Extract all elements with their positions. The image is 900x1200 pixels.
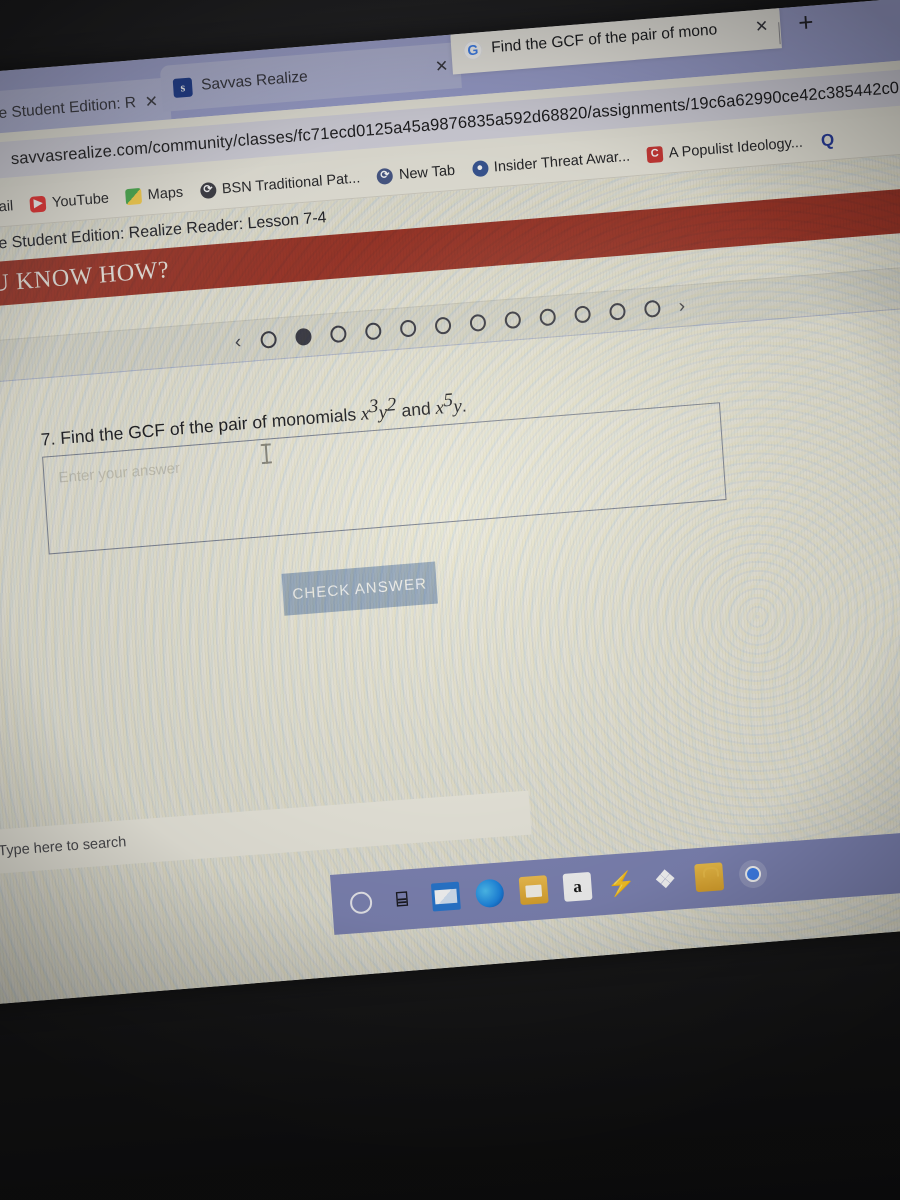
google-icon: G <box>462 39 483 61</box>
carousel-dot-2[interactable] <box>294 327 312 346</box>
maps-icon <box>125 187 143 205</box>
youtube-icon: ▶ <box>29 195 47 213</box>
photo-of-laptop-screen: teractive Student Edition: Reali ✕ s Sav… <box>0 0 900 1200</box>
tab-label: Savvas Realize <box>200 68 309 94</box>
populist-icon: C <box>646 145 664 163</box>
bookmark-label: A Populist Ideology... <box>668 134 804 161</box>
carousel-dot-5[interactable] <box>399 318 417 338</box>
cortana-icon[interactable] <box>349 891 373 915</box>
close-icon[interactable]: ✕ <box>144 91 159 112</box>
carousel-dot-12[interactable] <box>643 299 661 318</box>
bookmark-insider-threat[interactable]: ● Insider Threat Awar... <box>471 148 630 177</box>
bolt-icon[interactable]: ⚡ <box>606 869 636 899</box>
carousel-dot-7[interactable] <box>468 313 486 332</box>
tab-label: teractive Student Edition: Reali <box>0 94 137 127</box>
lock-icon: 🔒 <box>0 152 3 169</box>
question-number: 7. <box>40 428 57 450</box>
bookmark-quizlet[interactable]: Q <box>819 130 836 151</box>
bookmark-new-tab[interactable]: ⟳ New Tab <box>376 162 456 185</box>
edge-icon[interactable] <box>474 878 505 909</box>
newtab-icon: ⟳ <box>376 167 394 185</box>
carousel-dot-3[interactable] <box>329 324 347 343</box>
bookmark-label: BSN Traditional Pat... <box>221 169 361 197</box>
taskbar-search-input[interactable]: Type here to search <box>0 834 127 862</box>
carousel-dot-11[interactable] <box>608 302 626 321</box>
insider-icon: ● <box>471 159 489 177</box>
question-conjunction: and <box>400 398 432 421</box>
close-icon[interactable]: ✕ <box>434 56 449 77</box>
bookmark-label: Gmail <box>0 197 14 217</box>
bookmark-label: YouTube <box>51 190 110 211</box>
bookmark-label: New Tab <box>398 162 456 183</box>
bookmark-gmail[interactable]: G Gmail <box>0 198 14 219</box>
new-tab-button[interactable]: + <box>797 7 814 39</box>
bookmark-youtube[interactable]: ▶ YouTube <box>29 190 110 213</box>
amazon-icon[interactable]: a <box>562 871 593 902</box>
bsn-icon: ⟳ <box>199 181 217 199</box>
microsoft-store-icon[interactable] <box>694 862 725 893</box>
savvas-icon: s <box>172 77 193 98</box>
carousel-dot-4[interactable] <box>364 321 382 340</box>
tab-find-the-gcf[interactable]: G Find the GCF of the pair of mono ✕ <box>449 2 782 75</box>
tab-label: Find the GCF of the pair of mono <box>490 21 718 57</box>
quizlet-icon: Q <box>820 130 835 151</box>
carousel-dot-6[interactable] <box>433 316 452 335</box>
search-placeholder: Type here to search <box>0 834 127 860</box>
carousel-dot-9[interactable] <box>538 307 556 326</box>
bookmark-label: Maps <box>147 184 184 203</box>
check-answer-button[interactable]: CHECK ANSWER <box>281 561 438 616</box>
bookmark-label: Insider Threat Awar... <box>493 148 631 176</box>
banner-text: DO YOU KNOW HOW? <box>0 256 171 302</box>
carousel-dot-1[interactable] <box>259 330 277 349</box>
answer-placeholder: Enter your answer <box>57 459 181 487</box>
carousel-dot-10[interactable] <box>573 304 591 324</box>
text-cursor-icon <box>264 443 269 464</box>
bookmark-maps[interactable]: Maps <box>125 184 184 205</box>
file-explorer-icon[interactable] <box>518 875 549 906</box>
question-period: . <box>461 395 468 416</box>
close-icon[interactable]: ✕ <box>754 16 769 37</box>
carousel-next-icon[interactable]: › <box>678 295 686 316</box>
bookmark-populist-ideology[interactable]: C A Populist Ideology... <box>646 134 803 163</box>
chrome-icon[interactable] <box>738 859 769 890</box>
mail-icon[interactable] <box>430 881 461 912</box>
dropbox-icon[interactable]: ❖ <box>650 865 680 895</box>
task-view-icon[interactable]: ⌸ <box>387 885 417 915</box>
carousel-prev-icon[interactable]: ‹ <box>234 331 242 352</box>
bookmark-bsn-traditional[interactable]: ⟳ BSN Traditional Pat... <box>199 169 361 199</box>
carousel-dot-8[interactable] <box>503 310 521 329</box>
monomial-1-y-exponent: 2 <box>386 394 397 416</box>
